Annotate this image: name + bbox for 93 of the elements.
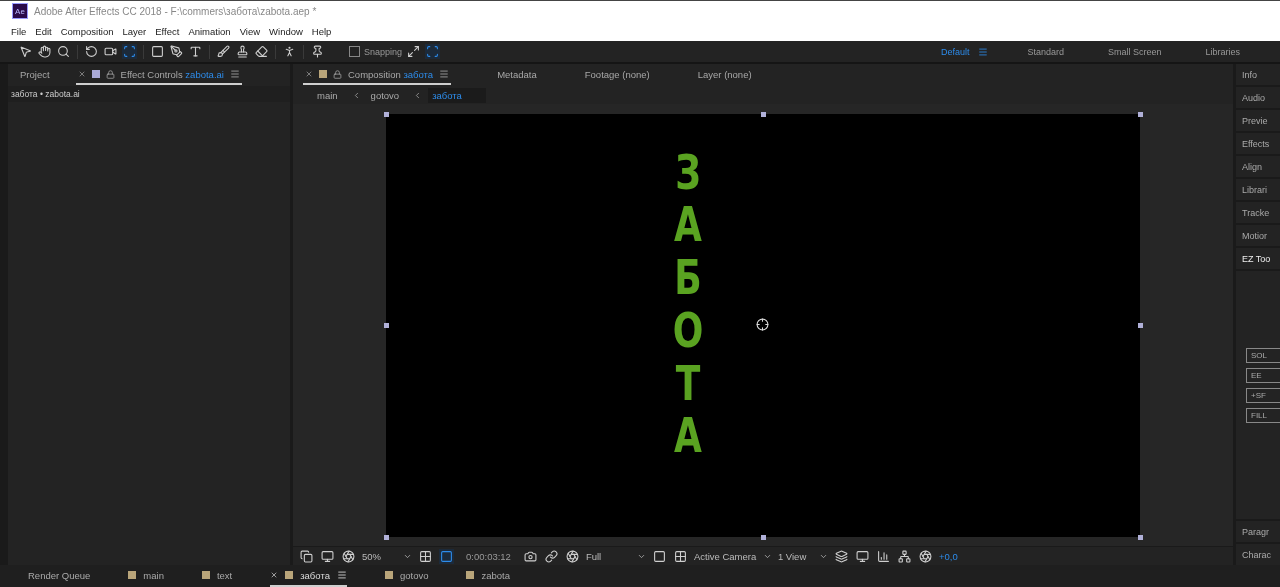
panel-tab[interactable]: Footage (none) (582, 65, 652, 85)
exposure-value[interactable]: +0,0 (938, 550, 958, 562)
menu-icon[interactable] (439, 69, 450, 79)
pen-icon[interactable] (169, 44, 184, 59)
tool-button[interactable]: +SF (1246, 388, 1280, 403)
menu-item[interactable]: Layer (122, 25, 147, 37)
stamp-icon[interactable] (235, 44, 250, 59)
timeline-tab[interactable]: main (128, 565, 164, 587)
pointer-icon[interactable] (18, 44, 33, 59)
camera-dropdown[interactable]: Active Camera (693, 550, 772, 562)
panel-header[interactable]: Librari (1236, 179, 1280, 200)
breadcrumb[interactable]: main (313, 87, 346, 103)
type-icon[interactable] (188, 44, 203, 59)
label-swatch-icon (128, 571, 137, 579)
panel-header[interactable]: Motior (1236, 225, 1280, 246)
timeline-tab[interactable]: zabota (466, 565, 510, 587)
menu-item[interactable]: Edit (35, 25, 52, 37)
panel-header[interactable]: Paragr (1236, 521, 1280, 542)
panel-header[interactable]: Previe (1236, 110, 1280, 131)
panel-header[interactable]: Audio (1236, 87, 1280, 108)
panel-header[interactable]: Align (1236, 156, 1280, 177)
zoom-dropdown[interactable]: 50% (362, 550, 412, 562)
rectangle-icon[interactable] (150, 44, 165, 59)
rotate-icon[interactable] (84, 44, 99, 59)
resolution-dropdown[interactable]: Full (585, 550, 646, 562)
close-icon[interactable] (77, 70, 86, 78)
label-swatch-icon (91, 70, 100, 78)
transform-handle[interactable] (1138, 111, 1143, 117)
snapping-checkbox[interactable]: Snapping (349, 46, 403, 57)
panel-tab[interactable]: Metadata (495, 65, 539, 85)
window-title: Adobe After Effects CC 2018 - F:\commers\забота\zabota.aep * (34, 5, 317, 17)
transform-handle[interactable] (1138, 323, 1143, 328)
anchor-point-icon[interactable] (756, 317, 769, 331)
flowchart-icon[interactable] (896, 548, 912, 564)
workspace-tab[interactable]: Standard (1027, 46, 1064, 57)
workspace-tab[interactable]: Libraries (1205, 46, 1240, 57)
panel-header[interactable]: Tracke (1236, 202, 1280, 223)
timeline-tab[interactable]: gotovo (384, 565, 429, 587)
tool-button[interactable]: FILL (1246, 408, 1280, 423)
link-icon[interactable] (543, 548, 559, 564)
label-swatch-icon (285, 571, 294, 579)
label-swatch-icon (466, 571, 475, 579)
menu-icon[interactable] (229, 69, 240, 79)
tool-button[interactable]: EE (1246, 368, 1280, 383)
breadcrumb[interactable]: забота (428, 87, 487, 103)
transform-handle[interactable] (384, 323, 389, 328)
menu-item[interactable]: Effect (155, 25, 180, 37)
eraser-icon[interactable] (254, 44, 269, 59)
menu-icon[interactable] (336, 570, 347, 580)
lock-icon[interactable] (105, 69, 115, 79)
panel-subtitle: забота • zabota.ai (8, 86, 290, 102)
menu-item[interactable]: Composition (60, 25, 114, 37)
transform-handle[interactable] (761, 534, 766, 540)
label-swatch-icon (201, 571, 210, 579)
zoom-icon[interactable] (56, 44, 71, 59)
close-icon[interactable] (305, 70, 313, 78)
panel-header[interactable]: Info (1236, 64, 1280, 85)
workspace-tab[interactable]: Default (940, 46, 970, 57)
timecode[interactable]: 0:00:03:12 (466, 550, 511, 562)
timeline-tab[interactable]: Render Queue (28, 565, 91, 587)
menu-item[interactable]: Window (269, 25, 303, 37)
panel-tab[interactable]: Layer (none) (695, 65, 754, 85)
transform-handle[interactable] (761, 111, 766, 117)
transform-handle[interactable] (1138, 534, 1143, 540)
panel-tab[interactable]: Composition забота (303, 65, 452, 85)
transform-handle[interactable] (384, 534, 389, 540)
timeline-tab[interactable]: забота (270, 565, 347, 587)
label-swatch-icon (319, 70, 327, 78)
panel-header[interactable]: Charac (1236, 544, 1280, 565)
panel-tab[interactable]: Project (18, 65, 52, 85)
timeline-tab[interactable]: text (201, 565, 233, 587)
app-logo: Ae (12, 3, 28, 19)
grid-icon[interactable] (418, 548, 433, 564)
panel-header[interactable]: EZ Too (1236, 248, 1280, 269)
views-dropdown[interactable]: 1 View (777, 550, 828, 562)
workspace-tab[interactable]: Small Screen (1107, 46, 1162, 57)
panel-header[interactable]: Effects (1236, 133, 1280, 154)
canvas-text: ЗАБОТА (671, 142, 705, 466)
menu-item[interactable]: Help (311, 25, 332, 37)
tool-button[interactable]: SOL (1246, 348, 1280, 363)
lock-icon[interactable] (333, 69, 342, 79)
menu-item[interactable]: View (239, 25, 261, 37)
label-swatch-icon (384, 571, 393, 579)
snap-expand-icon[interactable] (406, 44, 422, 59)
hand-icon[interactable] (37, 44, 52, 59)
pin-icon[interactable] (310, 44, 325, 59)
transform-handle[interactable] (384, 111, 389, 117)
menu-item[interactable]: File (11, 25, 27, 37)
monitor-icon[interactable] (320, 548, 335, 564)
brush-icon[interactable] (216, 44, 231, 59)
breadcrumb[interactable]: gotovo (366, 87, 408, 103)
menu-item[interactable]: Animation (188, 25, 231, 37)
close-icon[interactable] (270, 571, 279, 579)
